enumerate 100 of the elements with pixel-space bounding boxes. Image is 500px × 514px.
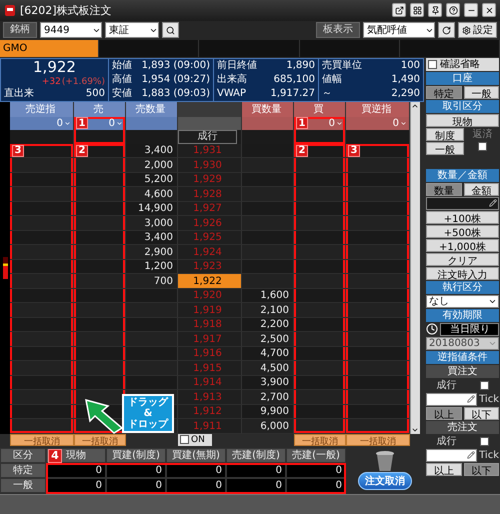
broker-tab[interactable]: GMO (0, 40, 100, 57)
board-cell[interactable] (242, 144, 294, 158)
minimize-button[interactable] (464, 3, 478, 18)
board-cell[interactable] (346, 172, 410, 188)
board-cell[interactable] (74, 230, 126, 246)
board-cell[interactable] (10, 361, 74, 376)
board-cell[interactable] (346, 303, 410, 318)
board-cell[interactable] (10, 288, 74, 304)
board-cell[interactable] (10, 172, 74, 188)
board-cell[interactable] (346, 274, 410, 289)
board-cell[interactable] (294, 404, 346, 420)
input-field[interactable] (426, 196, 499, 210)
board-cell[interactable] (10, 245, 74, 260)
board-cell[interactable] (126, 376, 178, 390)
board-cell[interactable] (126, 361, 178, 376)
on-checkbox[interactable]: ON (178, 434, 212, 446)
board-cell[interactable] (294, 202, 346, 216)
board-cell[interactable] (10, 303, 74, 318)
board-cell[interactable] (242, 216, 294, 231)
board-cell[interactable] (74, 376, 126, 390)
board-cell[interactable] (294, 274, 346, 289)
toggle-button[interactable]: 以下 (464, 462, 499, 476)
board-cell[interactable] (346, 202, 410, 216)
order-input[interactable]: 1 0 (74, 116, 126, 130)
panel-button[interactable]: 一般 (426, 142, 464, 155)
board-cell[interactable] (126, 318, 178, 332)
board-cell[interactable] (294, 288, 346, 304)
board-cell[interactable] (10, 318, 74, 332)
board-cell[interactable] (10, 202, 74, 216)
board-cell[interactable] (10, 346, 74, 362)
board-cell[interactable] (74, 187, 126, 202)
board-cell[interactable] (10, 419, 74, 434)
board-cell[interactable] (74, 245, 126, 260)
board-cell[interactable] (346, 288, 410, 304)
board-cell[interactable] (346, 376, 410, 390)
search-button[interactable] (162, 22, 179, 38)
panel-button[interactable]: +1,000株 (426, 238, 499, 252)
layout-button[interactable] (410, 3, 424, 18)
settings-button[interactable]: 設定 (458, 22, 497, 38)
board-cell[interactable] (74, 202, 126, 216)
board-cell[interactable] (294, 390, 346, 405)
panel-button[interactable]: 現物 (426, 114, 499, 127)
board-cell[interactable] (242, 187, 294, 202)
scrollbar[interactable] (410, 102, 420, 434)
board-cell[interactable] (294, 332, 346, 347)
board-cell[interactable]: 2 (294, 144, 346, 158)
board-cell[interactable] (74, 172, 126, 188)
panel-button[interactable]: +100株 (426, 210, 499, 224)
board-cell[interactable] (10, 187, 74, 202)
board-cell[interactable] (242, 274, 294, 289)
board-cell[interactable]: 3 (346, 144, 410, 158)
board-cell[interactable] (294, 346, 346, 362)
board-cell[interactable] (346, 216, 410, 231)
board-cell[interactable] (10, 260, 74, 274)
board-cell[interactable] (242, 230, 294, 246)
board-cell[interactable] (74, 361, 126, 376)
board-cell[interactable] (294, 260, 346, 274)
board-cell[interactable] (294, 318, 346, 332)
board-cell[interactable] (74, 288, 126, 304)
pin-button[interactable] (428, 3, 442, 18)
input-field[interactable] (426, 448, 478, 462)
board-cell[interactable]: 2 (74, 144, 126, 158)
board-cell[interactable] (10, 230, 74, 246)
board-cell[interactable] (74, 158, 126, 173)
board-cell[interactable] (294, 216, 346, 231)
board-cell[interactable] (294, 361, 346, 376)
order-input[interactable]: 0 (10, 116, 74, 130)
board-cell[interactable] (294, 245, 346, 260)
board-cell[interactable] (346, 332, 410, 347)
market-select[interactable]: 東証 (105, 22, 159, 38)
board-cell[interactable] (242, 260, 294, 274)
panel-button[interactable]: 制度 (426, 128, 464, 141)
checkbox[interactable] (428, 60, 437, 69)
board-cell[interactable] (294, 172, 346, 188)
board-cell[interactable] (126, 346, 178, 362)
board-cell[interactable] (242, 158, 294, 173)
board-cell[interactable] (346, 230, 410, 246)
close-button[interactable] (482, 3, 496, 18)
board-cell[interactable] (10, 216, 74, 231)
board-cell[interactable] (346, 158, 410, 173)
refresh-button[interactable] (438, 22, 455, 38)
board-cell[interactable] (126, 303, 178, 318)
toggle-button[interactable]: 特定 (426, 86, 462, 99)
board-cell[interactable] (74, 318, 126, 332)
board-cell[interactable] (242, 172, 294, 188)
order-input[interactable]: 0 (346, 116, 410, 130)
board-cell[interactable] (74, 332, 126, 347)
board-cell[interactable] (126, 288, 178, 304)
board-cell[interactable] (10, 390, 74, 405)
cancel-order-button[interactable]: 注文取消 (358, 472, 412, 490)
toggle-button[interactable]: 以上 (426, 462, 462, 476)
board-cell[interactable] (294, 419, 346, 434)
clock-icon[interactable] (426, 323, 438, 336)
board-cell[interactable] (346, 187, 410, 202)
board-cell[interactable] (74, 346, 126, 362)
market-order-button[interactable]: 成行 (178, 130, 237, 144)
board-cell[interactable] (10, 332, 74, 347)
board-cell[interactable] (294, 303, 346, 318)
board-cell[interactable] (346, 260, 410, 274)
board-cell[interactable] (74, 260, 126, 274)
